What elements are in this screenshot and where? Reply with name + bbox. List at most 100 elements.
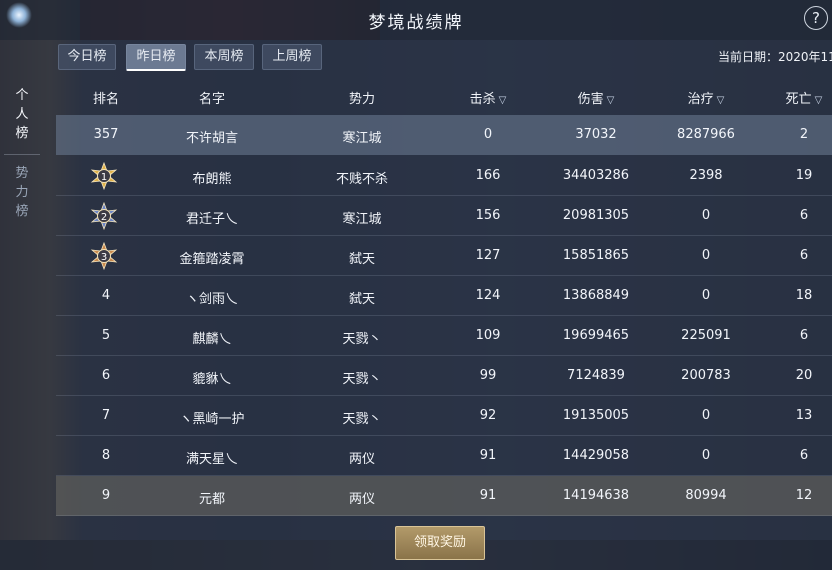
col-healing[interactable]: 治疗 ▽ xyxy=(666,88,746,107)
table-row: 7 ヽ黑崎一护 天戮丶 92 19135005 0 13 xyxy=(56,396,832,436)
damage-cell: 19135005 xyxy=(562,408,630,423)
side-tab-personal-label: 个人榜 xyxy=(15,88,29,141)
help-button[interactable]: ? xyxy=(804,6,828,30)
name-cell: 不许胡言 xyxy=(185,131,238,146)
damage-cell: 7124839 xyxy=(567,368,625,383)
tab-this-week[interactable]: 本周榜 xyxy=(194,44,254,70)
healing-cell: 2398 xyxy=(689,168,723,183)
row-divider xyxy=(56,515,832,516)
faction-cell: 不贱不杀 xyxy=(335,172,388,187)
name-cell: 麒麟乀 xyxy=(192,332,232,347)
healing-cell: 0 xyxy=(701,408,711,423)
damage-cell: 37032 xyxy=(575,127,617,142)
healing-cell: 0 xyxy=(701,448,711,463)
damage-cell: 15851865 xyxy=(562,248,630,263)
damage-cell: 34403286 xyxy=(562,168,630,183)
kills-cell: 156 xyxy=(475,208,501,223)
deaths-cell: 6 xyxy=(799,328,809,343)
name-cell: 布朗熊 xyxy=(192,172,232,187)
name-cell: ヽ剑雨乀 xyxy=(185,292,238,307)
medal-rank-number: 1 xyxy=(101,172,107,183)
deaths-cell: 6 xyxy=(799,248,809,263)
faction-cell: 天戮丶 xyxy=(342,332,382,347)
faction-cell: 天戮丶 xyxy=(342,372,382,387)
deaths-cell: 6 xyxy=(799,448,809,463)
deaths-cell: 6 xyxy=(799,208,809,223)
damage-cell: 14194638 xyxy=(562,488,630,503)
name-cell: 君迁子乀 xyxy=(185,212,238,227)
tab-today[interactable]: 今日榜 xyxy=(58,44,116,70)
damage-cell: 20981305 xyxy=(562,208,630,223)
kills-cell: 166 xyxy=(475,168,501,183)
current-date: 当前日期：2020年11 xyxy=(718,50,832,64)
tab-last-week[interactable]: 上周榜 xyxy=(262,44,322,70)
table-row: 3 金箍踏凌霄 弑天 127 15851865 0 6 xyxy=(56,236,832,276)
name-cell: ヽ黑崎一护 xyxy=(179,412,245,427)
deaths-cell: 12 xyxy=(795,488,813,503)
kills-cell: 0 xyxy=(483,127,493,142)
gold-medal-icon: 1 xyxy=(90,162,118,190)
rank-cell: 357 xyxy=(93,127,119,142)
medal-rank-number: 3 xyxy=(101,252,107,263)
kills-cell: 92 xyxy=(479,408,497,423)
table-row: 6 貔貅乀 天戮丶 99 7124839 200783 20 xyxy=(56,356,832,396)
title-bar: 梦境战绩牌 ? xyxy=(0,0,832,40)
col-kills-label: 击杀 xyxy=(469,92,496,107)
sort-damage-icon[interactable]: ▽ xyxy=(607,95,615,106)
faction-cell: 寒江城 xyxy=(342,131,382,146)
faction-cell: 弑天 xyxy=(348,292,375,307)
table-header: 排名 名字 势力 击杀 ▽ 伤害 ▽ 治疗 ▽ 死亡 ▽ xyxy=(56,76,832,114)
sort-kills-icon[interactable]: ▽ xyxy=(499,95,507,106)
medal-rank-number: 2 xyxy=(101,212,107,223)
name-cell: 金箍踏凌霄 xyxy=(179,252,245,267)
faction-cell: 弑天 xyxy=(348,252,375,267)
col-deaths[interactable]: 死亡 ▽ xyxy=(782,88,826,107)
deaths-cell: 18 xyxy=(795,288,813,303)
side-tab-faction-label: 势力榜 xyxy=(15,166,29,219)
side-divider xyxy=(4,154,40,155)
sort-healing-icon[interactable]: ▽ xyxy=(717,95,725,106)
kills-cell: 99 xyxy=(479,368,497,383)
tab-yesterday[interactable]: 昨日榜 xyxy=(126,44,186,71)
bronze-medal-icon: 3 xyxy=(90,242,118,270)
healing-cell: 8287966 xyxy=(677,127,735,142)
table-row: 9 元都 两仪 91 14194638 80994 12 xyxy=(56,476,832,516)
side-tab-personal[interactable]: 个人榜 xyxy=(12,86,32,143)
faction-cell: 两仪 xyxy=(348,452,375,467)
col-deaths-label: 死亡 xyxy=(785,92,812,107)
col-name: 名字 xyxy=(198,92,225,107)
col-damage-label: 伤害 xyxy=(577,92,604,107)
rank-cell: 4 xyxy=(101,288,111,303)
rank-cell: 7 xyxy=(101,408,111,423)
rank-cell: 9 xyxy=(101,488,111,503)
healing-cell: 80994 xyxy=(685,488,727,503)
col-damage[interactable]: 伤害 ▽ xyxy=(551,88,641,107)
side-tab-faction[interactable]: 势力榜 xyxy=(12,164,32,221)
name-cell: 貔貅乀 xyxy=(192,372,232,387)
damage-cell: 19699465 xyxy=(562,328,630,343)
table-row: 4 ヽ剑雨乀 弑天 124 13868849 0 18 xyxy=(56,276,832,316)
kills-cell: 91 xyxy=(479,488,497,503)
rank-cell: 6 xyxy=(101,368,111,383)
deaths-cell: 20 xyxy=(795,368,813,383)
deaths-cell: 2 xyxy=(799,127,809,142)
kills-cell: 127 xyxy=(475,248,501,263)
claim-reward-button[interactable]: 领取奖励 xyxy=(395,526,485,560)
healing-cell: 0 xyxy=(701,208,711,223)
col-healing-label: 治疗 xyxy=(687,92,714,107)
table-row: 2 君迁子乀 寒江城 156 20981305 0 6 xyxy=(56,196,832,236)
damage-cell: 14429058 xyxy=(562,448,630,463)
silver-medal-icon: 2 xyxy=(90,202,118,230)
healing-cell: 0 xyxy=(701,288,711,303)
kills-cell: 91 xyxy=(479,448,497,463)
sort-deaths-icon[interactable]: ▽ xyxy=(815,95,823,106)
faction-cell: 两仪 xyxy=(348,492,375,507)
window-title: 梦境战绩牌 xyxy=(368,13,464,33)
table-row: 8 满天星乀 两仪 91 14429058 0 6 xyxy=(56,436,832,476)
faction-cell: 寒江城 xyxy=(342,212,382,227)
col-faction: 势力 xyxy=(348,92,375,107)
rank-cell: 5 xyxy=(101,328,111,343)
healing-cell: 0 xyxy=(701,248,711,263)
col-kills[interactable]: 击杀 ▽ xyxy=(458,88,518,107)
my-rank-row: 357 不许胡言 寒江城 0 37032 8287966 2 xyxy=(56,115,832,155)
